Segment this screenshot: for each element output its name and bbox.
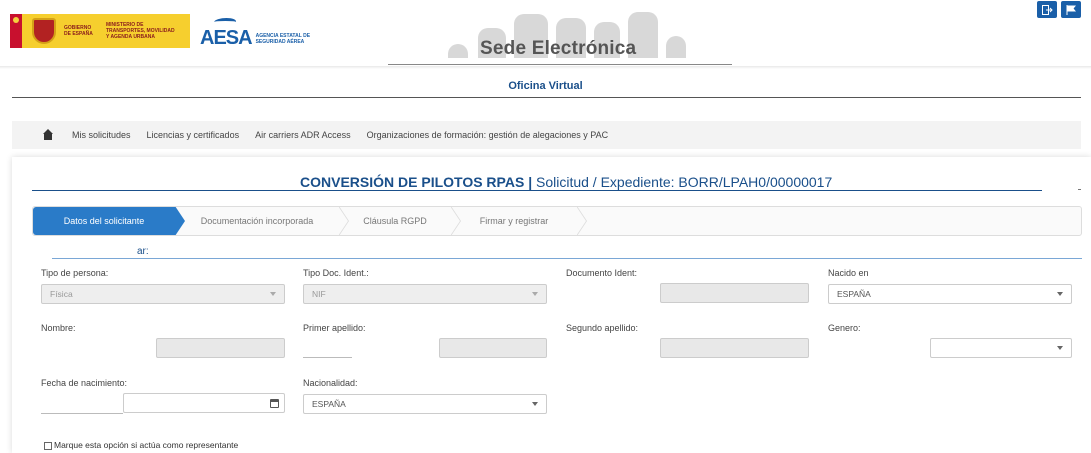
nacionalidad-label: Nacionalidad: xyxy=(303,378,358,388)
representante-label: Marque esta opción si actúa como represe… xyxy=(54,440,239,450)
eu-flag-icon xyxy=(10,14,22,48)
chevron-down-icon xyxy=(1057,292,1063,296)
banner-divider xyxy=(388,64,732,65)
form-card: CONVERSIÓN DE PILOTOS RPAS | Solicitud /… xyxy=(12,157,1091,453)
segundo-apellido-input[interactable] xyxy=(660,338,809,358)
tipo-persona-label: Tipo de persona: xyxy=(41,268,109,278)
calendar-icon[interactable] xyxy=(270,399,279,408)
form-title-expediente: Solicitud / Expediente: BORR/LPAH0/00000… xyxy=(536,174,833,190)
primer-apellido-input[interactable] xyxy=(439,338,547,358)
flag-icon xyxy=(1066,4,1076,15)
step-firmar-registrar[interactable]: Firmar y registrar xyxy=(451,207,587,235)
step-label: Documentación incorporada xyxy=(200,216,314,226)
tipo-persona-value: Física xyxy=(50,289,73,299)
title-divider xyxy=(12,97,1081,98)
genero-label: Genero: xyxy=(828,323,861,333)
form-title-dot xyxy=(1078,189,1081,190)
site-header: GOBIERNO DE ESPAÑA MINISTERIO DE TRANSPO… xyxy=(0,0,1091,68)
tipo-doc-value: NIF xyxy=(312,289,326,299)
header-divider xyxy=(0,66,1091,69)
step-datos-solicitante[interactable]: Datos del solicitante xyxy=(33,207,185,235)
nombre-input[interactable] xyxy=(156,338,285,358)
representante-checkbox[interactable] xyxy=(44,442,52,450)
fecha-nac-label: Fecha de nacimiento: xyxy=(41,378,128,388)
logout-icon xyxy=(1041,4,1053,15)
documento-label: Documento Ident: xyxy=(566,268,638,278)
nav-air-carriers[interactable]: Air carriers ADR Access xyxy=(255,130,351,140)
tipo-doc-select[interactable]: NIF xyxy=(303,284,547,304)
form-title-main: CONVERSIÓN DE PILOTOS RPAS xyxy=(300,174,525,190)
tipo-persona-select[interactable]: Física xyxy=(41,284,285,304)
form-title: CONVERSIÓN DE PILOTOS RPAS | Solicitud /… xyxy=(300,174,832,190)
nacionalidad-select[interactable]: ESPAÑA xyxy=(303,394,547,414)
nacionalidad-value: ESPAÑA xyxy=(312,399,346,409)
gov-text: GOBIERNO DE ESPAÑA xyxy=(64,25,93,37)
aesa-mark: AESA xyxy=(200,27,253,49)
coat-of-arms-icon xyxy=(32,18,56,44)
ministry-text: MINISTERIO DE TRANSPORTES, MOVILIDAD Y A… xyxy=(106,22,175,40)
section-divider xyxy=(52,258,1082,259)
sede-banner: Sede Electrónica xyxy=(388,4,732,65)
chevron-down-icon xyxy=(270,292,276,296)
gobierno-logo[interactable]: GOBIERNO DE ESPAÑA MINISTERIO DE TRANSPO… xyxy=(10,14,190,48)
tipo-doc-label: Tipo Doc. Ident.: xyxy=(303,268,369,278)
top-actions xyxy=(1037,1,1081,18)
wizard-steps: Datos del solicitante Documentación inco… xyxy=(32,206,1082,236)
step-label: Cláusula RGPD xyxy=(363,216,427,226)
page-title: Oficina Virtual xyxy=(508,80,583,92)
nav-mis-solicitudes[interactable]: Mis solicitudes xyxy=(72,130,131,140)
home-icon[interactable] xyxy=(42,129,54,141)
logout-button[interactable] xyxy=(1037,1,1057,18)
aesa-wing-icon xyxy=(212,18,238,26)
site-title: Sede Electrónica xyxy=(480,38,637,59)
form-title-separator: | xyxy=(528,174,533,190)
nav-licencias[interactable]: Licencias y certificados xyxy=(147,130,240,140)
nacido-en-label: Nacido en xyxy=(828,268,869,278)
section-label: ar: xyxy=(137,246,149,257)
step-clausula-rgpd[interactable]: Cláusula RGPD xyxy=(339,207,461,235)
primer-apellido-prefix-underline xyxy=(303,357,352,358)
nacido-en-value: ESPAÑA xyxy=(837,289,871,299)
fecha-nac-input[interactable] xyxy=(123,393,285,413)
aesa-subtitle: AGENCIA ESTATAL DE SEGURIDAD AÉREA xyxy=(255,33,311,45)
language-button[interactable] xyxy=(1061,1,1081,18)
primer-apellido-label: Primer apellido: xyxy=(303,323,366,333)
aesa-logo[interactable]: AESA AGENCIA ESTATAL DE SEGURIDAD AÉREA xyxy=(200,18,316,49)
fecha-nac-prefix-underline xyxy=(41,413,123,414)
step-documentacion[interactable]: Documentación incorporada xyxy=(175,207,349,235)
segundo-apellido-label: Segundo apellido: xyxy=(566,323,639,333)
main-nav: Mis solicitudes Licencias y certificados… xyxy=(12,121,1081,149)
step-label: Firmar y registrar xyxy=(479,216,549,226)
chevron-down-icon xyxy=(532,292,538,296)
chevron-down-icon xyxy=(1057,346,1063,350)
nav-organizaciones[interactable]: Organizaciones de formación: gestión de … xyxy=(367,130,608,140)
step-label: Datos del solicitante xyxy=(63,216,145,226)
form-title-divider xyxy=(32,190,1042,191)
nacido-en-select[interactable]: ESPAÑA xyxy=(828,284,1072,304)
genero-select[interactable] xyxy=(930,338,1072,358)
documento-input[interactable] xyxy=(660,283,809,303)
nombre-label: Nombre: xyxy=(41,323,76,333)
chevron-down-icon xyxy=(532,402,538,406)
